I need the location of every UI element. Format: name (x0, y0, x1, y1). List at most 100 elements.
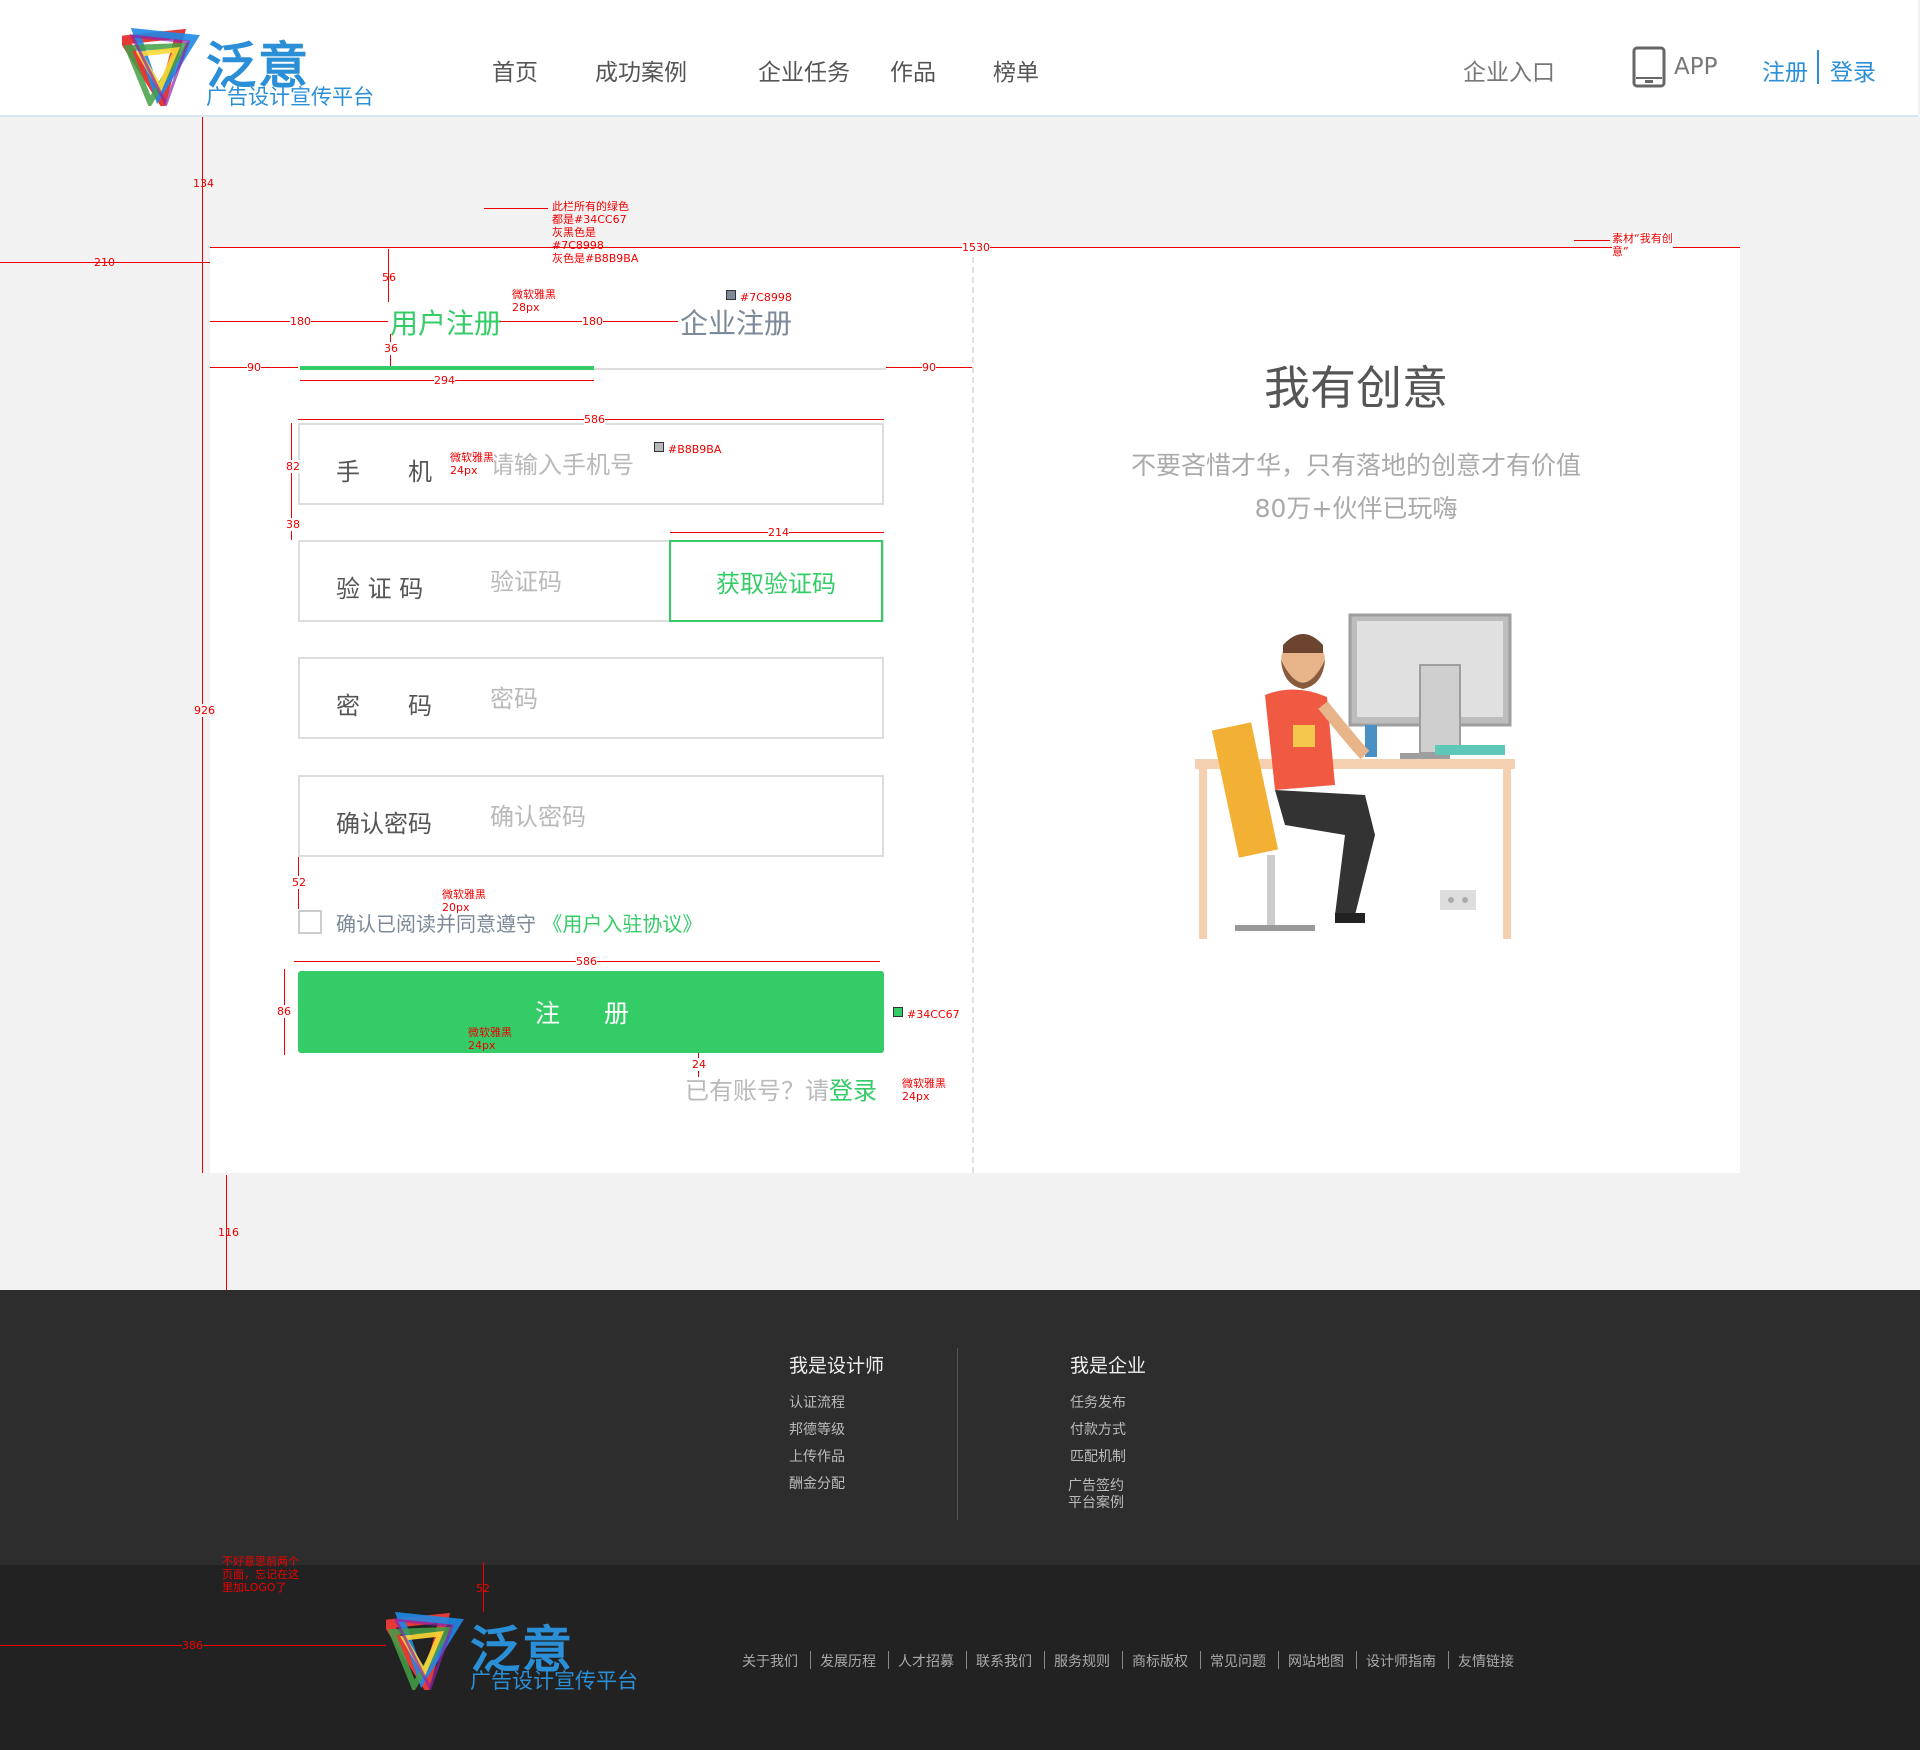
login-hint-link[interactable]: 登录 (829, 1077, 877, 1105)
color-note-line-4: #7C8998 (552, 239, 604, 252)
footer-company-link[interactable]: 匹配机制 (1070, 1446, 1126, 1466)
logo-subtitle: 广告设计宣传平台 (206, 85, 374, 109)
swatch-green-label: #34CC67 (907, 1008, 960, 1021)
footer-company-link[interactable]: 平台案例 (1068, 1492, 1124, 1512)
color-note: 此栏所有的绿色 都是#34CC67 灰黑色是 #7C8998 灰色是#B8B9B… (552, 200, 638, 265)
footer-bottom-link[interactable]: 网站地图 (1288, 1651, 1344, 1671)
footer-separator (1200, 1651, 1201, 1669)
footer-logo[interactable]: 泛意 广告设计宣传平台 (386, 1612, 646, 1693)
dim-bottom-gap: 116 (218, 1226, 239, 1239)
header-login-link[interactable]: 登录 (1830, 53, 1876, 87)
app-download-link[interactable]: APP (1632, 46, 1717, 88)
footer-company-title: 我是企业 (1070, 1355, 1147, 1377)
color-note-line-5: 灰色是#B8B9BA (552, 252, 639, 265)
dim-tab-top: 56 (382, 271, 396, 284)
nav-tasks[interactable]: 企业任务 (758, 53, 850, 87)
tab-corp-register[interactable]: 企业注册 (680, 302, 792, 342)
dim-active-width: 294 (434, 374, 455, 387)
confirm-password-label: 确认密码 (336, 810, 432, 838)
footer-bottom-link[interactable]: 服务规则 (1054, 1651, 1110, 1671)
dim-footer-gap: 52 (476, 1582, 490, 1595)
auth-divider (1817, 50, 1819, 84)
footer-note-line-2: 页面，忘记在这 (222, 1568, 299, 1581)
nav-ranking[interactable]: 榜单 (993, 53, 1039, 87)
password-field: 密 码 (298, 657, 884, 739)
dim-code-width: 214 (768, 526, 789, 539)
login-hint: 已有账号？请登录 (685, 1071, 877, 1106)
tab-user-register[interactable]: 用户注册 (390, 302, 502, 342)
material-note-line-2: 意” (1612, 245, 1629, 258)
dim-btn-height: 86 (277, 1005, 291, 1018)
swatch-gray-dark-label: #7C8998 (740, 291, 792, 304)
agree-text: 确认已阅读并同意遵守 《用户入驻协议》 (336, 908, 702, 937)
agreement-link[interactable]: 《用户入驻协议》 (542, 912, 702, 936)
logo-mark-icon (386, 1612, 464, 1690)
dim-left-margin: 210 (94, 256, 115, 269)
nav-works[interactable]: 作品 (890, 53, 936, 87)
dim-tab-below: 36 (384, 342, 398, 355)
footer-separator (1448, 1651, 1449, 1669)
tablet-icon (1632, 46, 1666, 88)
footer-designer-title: 我是设计师 (789, 1355, 885, 1377)
dim-card-height: 926 (194, 704, 215, 717)
material-note: 素材“我有创 意” (1612, 232, 1673, 258)
font-note-tab-1: 微软雅黑 (512, 288, 556, 301)
swatch-gray-dark (726, 290, 736, 300)
footer-separator (810, 1651, 811, 1669)
footer-bottom-link[interactable]: 关于我们 (742, 1651, 798, 1671)
dim-footer-left: 386 (182, 1639, 203, 1652)
footer-company-link[interactable]: 任务发布 (1070, 1392, 1126, 1412)
footer-bottom-link[interactable]: 联系我们 (976, 1651, 1032, 1671)
footer-links-area (0, 1290, 1920, 1565)
footer-note-line-1: 不好意思前两个 (222, 1555, 299, 1568)
font-note-field: 微软雅黑 24px (450, 451, 494, 477)
dim-tab-gap: 180 (582, 315, 603, 328)
confirm-password-input[interactable] (490, 795, 850, 839)
agree-label: 确认已阅读并同意遵守 (336, 912, 536, 936)
nav-cases[interactable]: 成功案例 (595, 53, 687, 87)
footer-designer-link[interactable]: 认证流程 (789, 1392, 845, 1412)
header-register-link[interactable]: 注册 (1762, 53, 1808, 87)
nav-home[interactable]: 首页 (492, 53, 538, 87)
dim-btn-width: 586 (576, 955, 597, 968)
footer-designer-link[interactable]: 上传作品 (789, 1446, 845, 1466)
password-label: 密 码 (336, 692, 432, 720)
footer-bottom-link[interactable]: 设计师指南 (1366, 1651, 1436, 1671)
phone-field: 手 机 (298, 423, 884, 505)
footer-company-link[interactable]: 付款方式 (1070, 1419, 1126, 1439)
agree-checkbox[interactable] (298, 910, 322, 934)
site-logo[interactable]: 泛意 广告设计宣传平台 (122, 28, 374, 109)
footer-designer-link[interactable]: 酬金分配 (789, 1473, 845, 1493)
footer-bottom-link[interactable]: 友情链接 (1458, 1651, 1514, 1671)
dim-field-gap: 38 (286, 518, 300, 531)
font-note-login-1: 微软雅黑 (902, 1077, 946, 1090)
font-note-tab-2: 28px (512, 301, 540, 314)
code-input[interactable] (490, 560, 660, 604)
font-note-btn-2: 24px (468, 1039, 496, 1052)
font-note-agree-1: 微软雅黑 (442, 888, 486, 901)
footer-bottom-link[interactable]: 发展历程 (820, 1651, 876, 1671)
font-note-btn-1: 微软雅黑 (468, 1026, 512, 1039)
dim-agree-gap: 52 (292, 876, 306, 889)
color-note-line-2: 都是#34CC67 (552, 213, 627, 226)
dim-tab-left: 180 (290, 315, 311, 328)
footer-separator (1044, 1651, 1045, 1669)
promo-title: 我有创意 (1264, 361, 1448, 415)
font-note-tab: 微软雅黑 28px (512, 288, 556, 314)
dim-login-gap: 24 (692, 1058, 706, 1071)
footer-designer-link[interactable]: 邦德等级 (789, 1419, 845, 1439)
footer-bottom-link[interactable]: 常见问题 (1210, 1651, 1266, 1671)
dim-field-height: 82 (286, 460, 300, 473)
footer-note: 不好意思前两个 页面，忘记在这 里加LOGO了 (222, 1555, 299, 1594)
phone-label: 手 机 (336, 458, 432, 486)
dim-track-left: 90 (247, 361, 261, 374)
font-note-login-2: 24px (902, 1090, 930, 1103)
get-code-button[interactable]: 获取验证码 (669, 540, 883, 622)
register-submit-button[interactable]: 注 册 (298, 971, 884, 1053)
app-label: APP (1674, 54, 1718, 80)
password-input[interactable] (490, 677, 850, 721)
footer-separator (966, 1651, 967, 1669)
corp-entry-link[interactable]: 企业入口 (1463, 53, 1555, 87)
footer-bottom-link[interactable]: 人才招募 (898, 1651, 954, 1671)
footer-bottom-link[interactable]: 商标版权 (1132, 1651, 1188, 1671)
